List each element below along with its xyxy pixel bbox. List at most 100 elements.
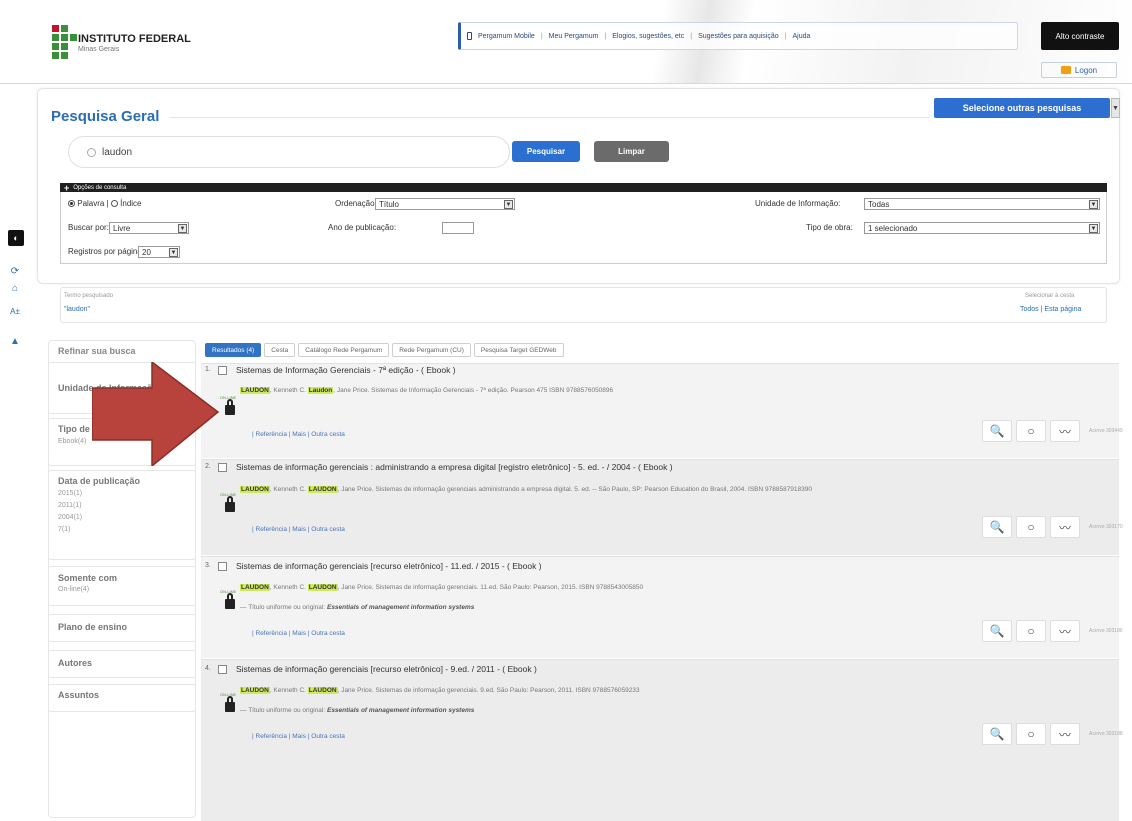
options-label: Opções de consulta [73, 184, 127, 191]
chart-icon[interactable]: 〰 [1050, 620, 1080, 642]
cite-link[interactable]: Outra cesta [311, 630, 345, 637]
comment-icon[interactable]: ○ [1016, 516, 1046, 538]
type-facet-item[interactable]: Ebook(4) [58, 438, 86, 445]
reserve-icon[interactable]: 🔍 [982, 420, 1012, 442]
refresh-icon[interactable]: ⟳ [8, 264, 22, 278]
year-input[interactable] [442, 222, 474, 234]
tab-catalog-network[interactable]: Catálogo Rede Pergamum [298, 343, 390, 357]
subjects-facet[interactable]: Assuntos [58, 690, 99, 700]
nav-ajuda[interactable]: Ajuda [792, 33, 810, 40]
search-button[interactable]: Pesquisar [512, 141, 580, 162]
tab-network-cu[interactable]: Rede Pergamum (CU) [392, 343, 471, 357]
record-title[interactable]: Sistemas de informação gerenciais [recur… [236, 561, 542, 571]
records-select[interactable]: 20 ▼ [138, 246, 180, 258]
date-item-1[interactable]: 2015(1) [58, 490, 82, 497]
nav-sugestoes-aquisicao[interactable]: Sugestões para aquisição [698, 33, 779, 40]
more-link[interactable]: Mais [292, 431, 306, 438]
ebook-lock-icon[interactable]: ON-LINE [220, 492, 238, 515]
login-button[interactable]: Logon [1041, 62, 1117, 78]
citation-rest: , Jane Price. Sistemas de informação ger… [337, 584, 644, 591]
high-contrast-button[interactable]: Alto contraste [1041, 22, 1119, 50]
radio-word-wrap[interactable]: Palavra | Índice [68, 199, 142, 208]
reserve-icon[interactable]: 🔍 [982, 723, 1012, 745]
ebook-lock-icon[interactable]: ON-LINE [220, 395, 238, 418]
select-this-page[interactable]: Esta página [1044, 306, 1081, 313]
tab-basket[interactable]: Cesta [264, 343, 296, 357]
ebook-lock-icon[interactable]: ON-LINE [220, 589, 238, 612]
tab-target-gedweb[interactable]: Pesquisa Target GEDWeb [473, 343, 564, 357]
scroll-top-icon[interactable]: ▲ [8, 334, 22, 348]
reference-link[interactable]: Referência [256, 733, 287, 740]
date-item-3[interactable]: 2004(1) [58, 514, 82, 521]
more-link[interactable]: Mais [292, 733, 306, 740]
cite-link[interactable]: Outra cesta [311, 733, 345, 740]
comment-icon[interactable]: ○ [1016, 420, 1046, 442]
record-checkbox[interactable] [218, 562, 227, 571]
more-link[interactable]: Mais [292, 526, 306, 533]
date-facet[interactable]: Data de publicação [58, 476, 140, 486]
record-checkbox[interactable] [218, 665, 227, 674]
nav-pergamum-mobile[interactable]: Pergamum Mobile [478, 33, 535, 40]
clear-button[interactable]: Limpar [594, 141, 669, 162]
citation-author: , Kenneth C. [269, 687, 306, 694]
ebook-lock-icon[interactable]: ON-LINE [220, 692, 238, 715]
date-item-2[interactable]: 2011(1) [58, 502, 82, 509]
contrast-icon[interactable]: ◐ [8, 230, 24, 246]
search-input[interactable]: laudon [68, 136, 510, 168]
annotation-arrow [92, 362, 220, 466]
other-searches-button[interactable]: Selecione outras pesquisas [934, 98, 1110, 118]
term-box [60, 287, 1107, 323]
record-title[interactable]: Sistemas de informação gerenciais : admi… [236, 462, 673, 472]
plans-facet[interactable]: Plano de ensino [58, 622, 127, 632]
unit-value: Todas [868, 199, 890, 209]
if-logo[interactable]: INSTITUTO FEDERAL Minas Gerais [52, 25, 192, 65]
only-facet-item[interactable]: On-line(4) [58, 586, 89, 593]
record-title[interactable]: Sistemas de informação gerenciais [recur… [236, 664, 537, 674]
home-icon[interactable]: ⌂ [8, 281, 22, 295]
highlight-term: Laudon [307, 387, 334, 394]
reserve-icon[interactable]: 🔍 [982, 620, 1012, 642]
order-select[interactable]: Título ▼ [375, 198, 515, 210]
reference-link[interactable]: Referência [256, 431, 287, 438]
record-citation: LAUDON, Kenneth C. Laudon, Jane Price. S… [240, 387, 613, 394]
type-select[interactable]: 1 selecionado ▼ [864, 222, 1100, 234]
type-value: 1 selecionado [868, 223, 918, 233]
comment-icon[interactable]: ○ [1016, 723, 1046, 745]
uniform-title: — Título uniforme ou original: Essential… [240, 707, 475, 714]
chart-icon[interactable]: 〰 [1050, 723, 1080, 745]
logo-subtitle: Minas Gerais [78, 46, 120, 53]
record-title[interactable]: Sistemas de Informação Gerenciais - 7ª e… [236, 365, 456, 375]
date-item-4[interactable]: 7(1) [58, 526, 70, 533]
other-searches-dropdown-icon[interactable]: ▼ [1111, 98, 1120, 118]
highlight-term: LAUDON [240, 387, 270, 394]
reference-link[interactable]: Referência [256, 526, 287, 533]
comment-icon[interactable]: ○ [1016, 620, 1046, 642]
highlight-term: LAUDON [307, 584, 338, 591]
highlight-term: LAUDON [307, 486, 338, 493]
nav-meu-pergamum[interactable]: Meu Pergamum [549, 33, 599, 40]
record-actions: 🔍 ○ 〰 [982, 516, 1080, 538]
radio-index[interactable] [110, 200, 118, 208]
select-all[interactable]: Todos [1020, 306, 1039, 313]
chart-icon[interactable]: 〰 [1050, 516, 1080, 538]
select-basket-label: Selecionar à cesta [1025, 293, 1075, 299]
reference-link[interactable]: Referência [256, 630, 287, 637]
search-by-label: Buscar por: [68, 223, 109, 232]
reserve-icon[interactable]: 🔍 [982, 516, 1012, 538]
cite-link[interactable]: Outra cesta [311, 526, 345, 533]
options-bar[interactable]: + Opções de consulta [60, 183, 1107, 193]
highlight-term: LAUDON [240, 486, 270, 493]
tab-results[interactable]: Resultados (4) [205, 343, 262, 357]
nav-elogios[interactable]: Elogios, sugestões, etc [612, 33, 684, 40]
authors-facet[interactable]: Autores [58, 658, 92, 668]
more-link[interactable]: Mais [292, 630, 306, 637]
radio-word[interactable] [68, 200, 75, 208]
result-record [201, 459, 1119, 555]
only-facet[interactable]: Somente com [58, 573, 117, 583]
search-by-select[interactable]: Livre ▼ [109, 222, 189, 234]
cite-link[interactable]: Outra cesta [311, 431, 345, 438]
record-citation: LAUDON, Kenneth C. LAUDON, Jane Price. S… [240, 584, 643, 591]
chart-icon[interactable]: 〰 [1050, 420, 1080, 442]
font-size-icon[interactable]: A± [8, 304, 22, 318]
unit-select[interactable]: Todas ▼ [864, 198, 1100, 210]
